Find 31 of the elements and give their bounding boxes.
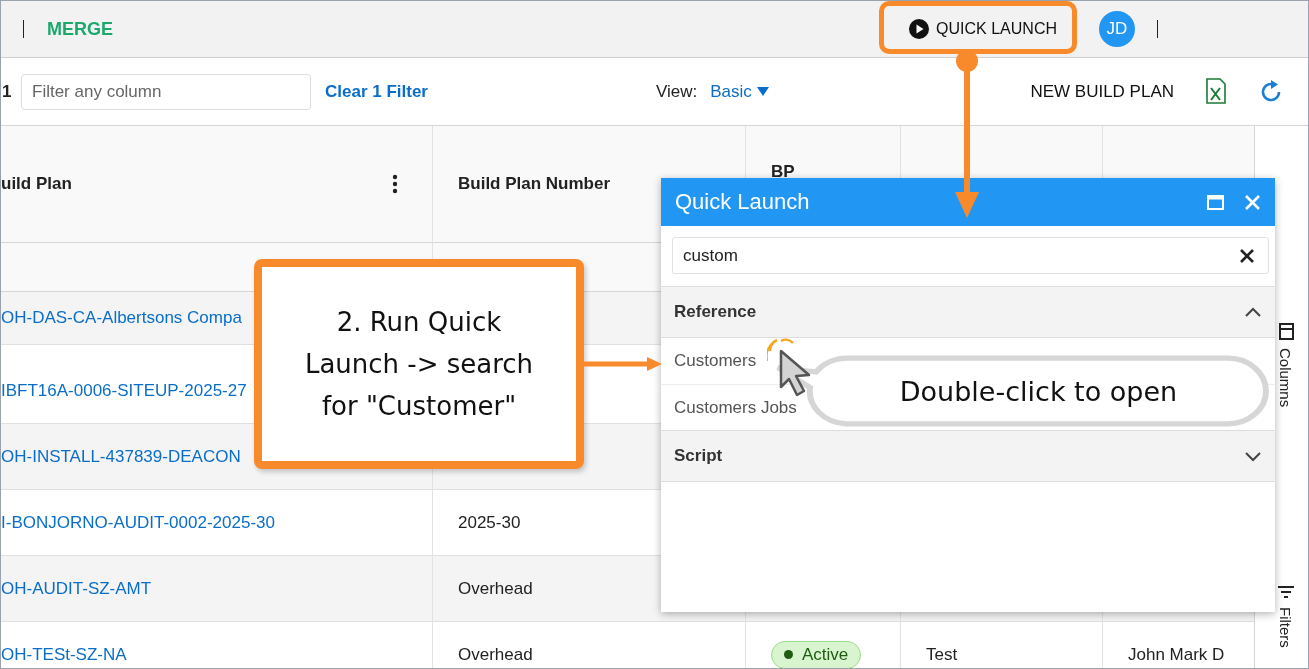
status-badge: Active	[771, 640, 862, 668]
group-label: Reference	[674, 302, 757, 322]
group-header[interactable]: Reference	[661, 286, 1275, 338]
launch-item[interactable]: Customers	[674, 351, 757, 371]
launch-item[interactable]: Customers Jobs	[674, 397, 797, 418]
hint-text: Double-click to open	[899, 375, 1178, 407]
step-callout: 2. Run Quick Launch -> search for "Customer"	[254, 259, 584, 469]
filter-field[interactable]: Filter any column	[21, 73, 311, 110]
build-plan-link[interactable]: OH-AUDIT-SZ-AMT	[1, 578, 152, 599]
table-cell: Overhead	[433, 622, 746, 668]
side-tab[interactable]: Columns	[1277, 348, 1294, 408]
search-field[interactable]: custom	[672, 237, 1269, 274]
build-plan-link[interactable]: OH-DAS-CA-Albertsons Compa	[1, 308, 242, 328]
new-build-plan-button[interactable]: NEW BUILD PLAN	[1026, 77, 1178, 106]
build-plan-link[interactable]: OH-INSTALL-437839-DEACON	[1, 446, 241, 467]
view-dropdown[interactable]: Basic	[710, 81, 769, 102]
column-title: BP	[771, 162, 795, 182]
column-title: uild Plan	[1, 174, 72, 194]
build-plan-link[interactable]: IBFT16A-0006-SITEUP-2025-27	[1, 380, 247, 401]
column-header[interactable]: uild Plan	[1, 126, 433, 243]
group-label: Script	[674, 446, 723, 466]
clear-filter-link[interactable]: Clear 1 Filter	[325, 81, 428, 102]
row-count: 1	[2, 81, 13, 102]
build-plan-link[interactable]: OH-TESt-SZ-NA	[1, 644, 127, 665]
side-tab[interactable]: Filters	[1277, 607, 1294, 649]
table-cell: Test	[901, 622, 1103, 668]
app-name: MERGE	[47, 18, 113, 40]
group-header[interactable]: Script	[661, 430, 1275, 482]
column-title: Build Plan Number	[458, 174, 611, 194]
view-label: View:	[656, 81, 698, 102]
build-plan-link[interactable]: I-BONJORNO-AUDIT-0002-2025-30	[1, 512, 275, 533]
